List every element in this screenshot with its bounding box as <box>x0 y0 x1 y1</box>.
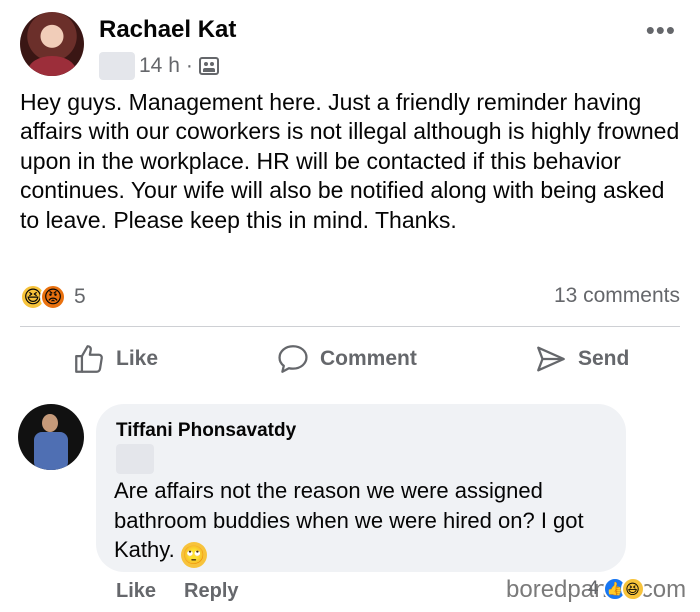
send-label: Send <box>578 347 630 370</box>
post-header: Rachael Kat 14 h · ••• <box>20 12 680 82</box>
meta-separator: · <box>185 54 193 77</box>
comment-actions: Like Reply <box>116 580 239 603</box>
comment-text: Are affairs not the reason we were assig… <box>114 476 610 569</box>
commenter-name[interactable]: Tiffani Phonsavatdy <box>116 420 296 442</box>
comment-reaction-count: 4 <box>588 578 599 599</box>
like-button[interactable]: Like <box>72 342 158 376</box>
comment-reactions[interactable]: 4 👍 😆 <box>588 577 645 601</box>
comment-button[interactable]: Comment <box>276 342 417 376</box>
post-time[interactable]: 14 h <box>139 54 180 78</box>
send-icon <box>537 346 565 372</box>
send-button[interactable]: Send <box>534 342 629 376</box>
comment-bubble-icon <box>278 345 308 373</box>
post-action-bar: Like Comment Send <box>20 340 680 382</box>
post-reactions[interactable]: 😆 😡 5 <box>20 282 86 312</box>
commenter-avatar[interactable] <box>18 404 84 470</box>
divider <box>20 326 680 327</box>
eye-roll-emoji-icon: 🙄 <box>180 542 207 569</box>
thumbs-up-icon <box>75 345 103 373</box>
comments-count-link[interactable]: 13 comments <box>554 284 680 308</box>
comment-reply-button[interactable]: Reply <box>184 580 238 603</box>
redacted-badge <box>116 444 154 474</box>
author-name[interactable]: Rachael Kat <box>99 16 236 44</box>
comment-label: Comment <box>320 347 417 370</box>
reaction-count: 5 <box>74 285 86 308</box>
post-meta: 14 h · <box>99 52 219 80</box>
more-options-icon[interactable]: ••• <box>646 17 676 43</box>
group-audience-icon <box>198 57 219 75</box>
haha-reaction-icon: 😆 <box>620 577 645 601</box>
comment-bubble: Tiffani Phonsavatdy Are affairs not the … <box>96 404 626 572</box>
angry-reaction-icon: 😡 <box>40 284 66 310</box>
post-text: Hey guys. Management here. Just a friend… <box>20 89 680 233</box>
comment-like-button[interactable]: Like <box>116 580 156 603</box>
like-label: Like <box>116 347 159 370</box>
author-avatar[interactable] <box>20 12 84 76</box>
redacted-badge <box>99 52 135 80</box>
